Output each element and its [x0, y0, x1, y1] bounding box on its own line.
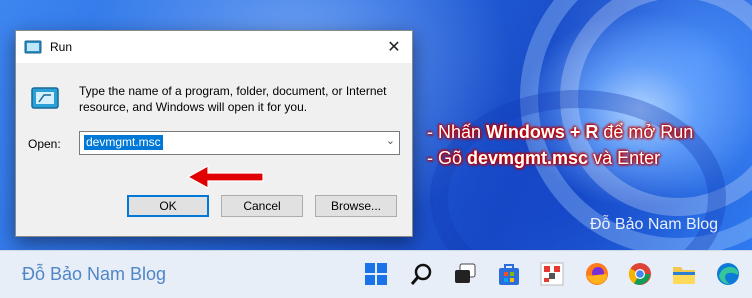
red-arrow-annotation: [186, 164, 264, 190]
file-explorer-icon[interactable]: [670, 260, 698, 288]
close-icon: ✕: [387, 39, 401, 56]
browse-button[interactable]: Browse...: [315, 195, 397, 217]
watermark: Đỗ Bảo Nam Blog: [22, 264, 167, 284]
paint-icon[interactable]: [538, 260, 566, 288]
dialog-description: Type the name of a program, folder, docu…: [79, 84, 387, 114]
chrome-icon[interactable]: [626, 260, 654, 288]
task-view-icon[interactable]: [451, 260, 479, 288]
open-combobox[interactable]: devmgmt.msc ⌄: [79, 131, 400, 155]
taskbar: Đỗ Bảo Nam Blog: [0, 250, 752, 298]
instruction-text: - Nhấn: [427, 122, 487, 142]
instruction-command: devmgmt.msc: [467, 148, 589, 168]
instruction-text: - Gõ: [427, 148, 468, 168]
firefox-icon[interactable]: [583, 260, 611, 288]
instruction-key: Windows + R: [486, 122, 599, 142]
open-label: Open:: [28, 137, 61, 151]
ok-button[interactable]: OK: [127, 195, 209, 217]
run-dialog: Run ✕ Type the name of a program, folder…: [15, 30, 413, 237]
cancel-button[interactable]: Cancel: [221, 195, 303, 217]
run-app-icon: [24, 40, 42, 54]
search-icon[interactable]: [408, 260, 436, 288]
watermark: Đỗ Bảo Nam Blog: [590, 216, 719, 233]
title-bar[interactable]: Run ✕: [16, 31, 412, 63]
start-icon[interactable]: [362, 260, 390, 288]
run-app-icon: [31, 87, 59, 109]
instruction-line-2: - Gõ devmgmt.msc và Enter: [427, 148, 660, 169]
instruction-text: và Enter: [588, 148, 661, 168]
edge-icon[interactable]: [714, 260, 742, 288]
chevron-down-icon[interactable]: ⌄: [386, 134, 395, 147]
instruction-line-1: - Nhấn Windows + R để mở Run: [427, 122, 693, 143]
store-icon[interactable]: [495, 260, 523, 288]
dialog-title: Run: [50, 40, 73, 54]
instruction-text: để mở Run: [598, 122, 694, 142]
close-button[interactable]: ✕: [376, 31, 412, 63]
open-input-value[interactable]: devmgmt.msc: [84, 135, 163, 150]
